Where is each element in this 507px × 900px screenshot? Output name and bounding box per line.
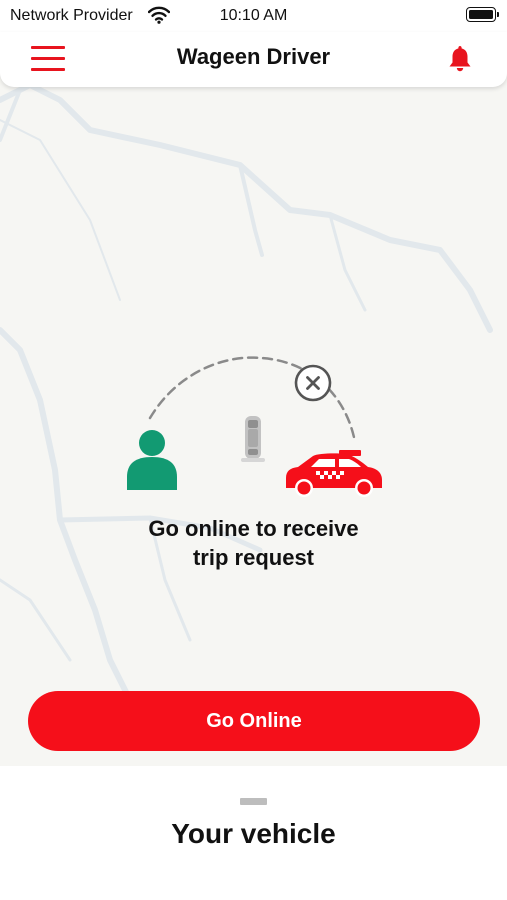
car-top-icon xyxy=(241,416,265,462)
online-prompt-line-2: trip request xyxy=(192,545,315,570)
sheet-drag-handle[interactable] xyxy=(240,798,267,805)
online-prompt-line-1: Go online to receive xyxy=(148,516,359,541)
bell-icon xyxy=(449,46,471,72)
battery-icon xyxy=(466,7,496,22)
passenger-icon xyxy=(127,430,177,490)
vehicle-bottom-sheet: Your vehicle xyxy=(0,766,507,900)
taxi-icon xyxy=(286,450,382,497)
go-online-illustration xyxy=(127,356,382,497)
menu-button[interactable] xyxy=(28,44,68,74)
online-prompt-message: Go online to receive trip request xyxy=(0,514,507,572)
page-title: Wageen Driver xyxy=(176,44,331,69)
sheet-title: Your vehicle xyxy=(171,818,336,849)
status-bar: Network Provider 10:10 AM xyxy=(0,0,507,32)
notifications-button[interactable] xyxy=(444,43,476,75)
status-time: 10:10 AM xyxy=(219,7,288,24)
app-header: Wageen Driver xyxy=(0,32,507,87)
battery-tip xyxy=(497,12,499,17)
close-circle-icon xyxy=(294,364,332,402)
go-online-button[interactable]: Go Online xyxy=(28,691,480,751)
